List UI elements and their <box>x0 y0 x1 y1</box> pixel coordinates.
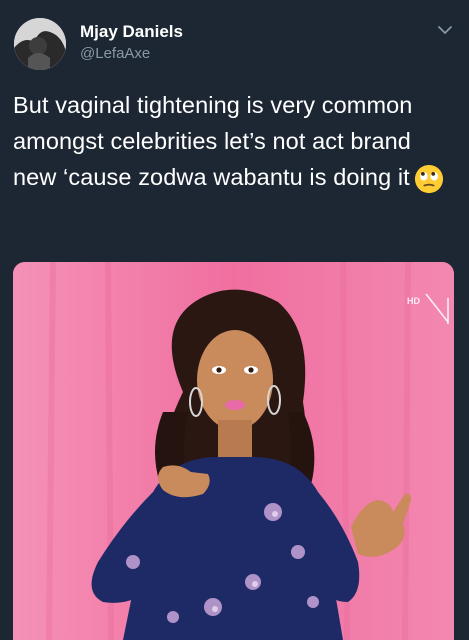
avatar-image <box>14 18 66 70</box>
hd-badge: HD <box>407 296 420 306</box>
user-handle[interactable]: @LefaAxe <box>80 45 150 62</box>
tweet-card[interactable]: Mjay Daniels @LefaAxe But vaginal tighte… <box>0 0 469 640</box>
tweet-media-image[interactable]: HD <box>13 262 454 640</box>
display-name[interactable]: Mjay Daniels <box>80 22 183 42</box>
avatar[interactable] <box>14 18 66 70</box>
media-photo <box>13 262 454 640</box>
tweet-text: But vaginal tightening is very common am… <box>13 87 453 195</box>
tweet-text-body: But vaginal tightening is very common am… <box>13 92 413 190</box>
hd-logo-icon <box>425 293 449 324</box>
face-with-rolling-eyes-icon <box>414 164 443 193</box>
chevron-down-icon[interactable] <box>437 24 453 36</box>
